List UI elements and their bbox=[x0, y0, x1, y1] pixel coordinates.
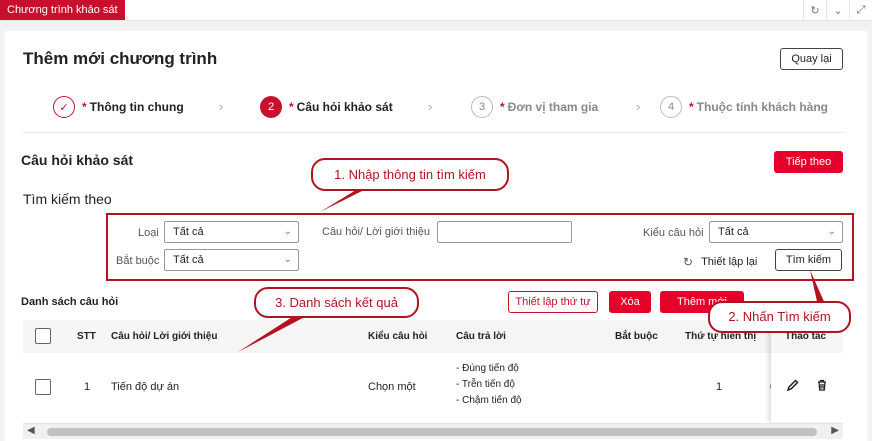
search-panel: Loại Tất cả ⌄ Câu hỏi/ Lời giới thiệu Ki… bbox=[106, 213, 854, 281]
step-participating-units[interactable]: 3 * Đơn vị tham gia bbox=[471, 95, 598, 119]
header-stt: STT bbox=[77, 331, 96, 342]
search-title: Tìm kiếm theo bbox=[23, 191, 112, 207]
step-general-info[interactable]: ✓ * Thông tin chung bbox=[53, 95, 184, 119]
type-label: Loại bbox=[138, 227, 159, 239]
required-label: Bắt buộc bbox=[116, 255, 160, 267]
list-title: Danh sách câu hỏi bbox=[21, 296, 119, 308]
app-tab[interactable]: Chương trình khảo sát bbox=[0, 0, 125, 20]
step-label: Thuộc tính khách hàng bbox=[696, 100, 829, 114]
step-customer-attributes[interactable]: 4 * Thuộc tính khách hàng bbox=[660, 95, 828, 119]
chevron-down-icon[interactable]: ⌄ bbox=[826, 0, 849, 20]
header-required: Bắt buộc bbox=[615, 331, 658, 342]
step-number: 3 bbox=[471, 96, 493, 118]
delete-button[interactable]: Xóa bbox=[609, 291, 651, 313]
delete-icon[interactable] bbox=[815, 378, 829, 395]
required-marker: * bbox=[289, 100, 294, 114]
top-bar: Chương trình khảo sát ↻ ⌄ ⤢ bbox=[0, 0, 872, 21]
required-marker: * bbox=[689, 100, 694, 114]
required-select-value: Tất cả bbox=[173, 254, 204, 266]
row-stt: 1 bbox=[84, 381, 91, 393]
scroll-left-icon[interactable]: ◀ bbox=[27, 425, 35, 436]
chevron-down-icon: ⌄ bbox=[283, 226, 292, 237]
fullscreen-icon[interactable]: ⤢ bbox=[849, 0, 872, 20]
row-order: 1 bbox=[716, 381, 723, 393]
question-label: Câu hỏi/ Lời giới thiệu bbox=[322, 226, 430, 238]
chevron-down-icon: ⌄ bbox=[283, 254, 292, 265]
section-title: Câu hỏi khảo sát bbox=[21, 152, 134, 168]
scroll-thumb[interactable] bbox=[47, 428, 817, 436]
required-marker: * bbox=[500, 100, 505, 114]
step-label: Đơn vị tham gia bbox=[507, 100, 599, 114]
search-button[interactable]: Tìm kiếm bbox=[775, 249, 842, 271]
actions-column: Thao tác bbox=[771, 320, 843, 422]
scroll-right-icon[interactable]: ▶ bbox=[831, 425, 839, 436]
set-order-button[interactable]: Thiết lập thứ tự bbox=[508, 291, 598, 313]
refresh-icon: ↻ bbox=[683, 255, 694, 269]
kind-select-value: Tất cả bbox=[718, 226, 749, 238]
step-survey-questions[interactable]: 2 * Câu hỏi khảo sát bbox=[260, 95, 393, 119]
row-kind: Chọn một bbox=[368, 381, 416, 393]
required-select[interactable]: Tất cả ⌄ bbox=[164, 249, 299, 271]
required-marker: * bbox=[82, 100, 87, 114]
row-answer: - Đúng tiến độ bbox=[456, 363, 519, 374]
check-icon: ✓ bbox=[53, 96, 75, 118]
select-all-checkbox[interactable] bbox=[35, 328, 51, 344]
chevron-right-icon: › bbox=[428, 99, 433, 114]
question-input[interactable] bbox=[437, 221, 572, 243]
type-select-value: Tất cả bbox=[173, 226, 204, 238]
kind-select[interactable]: Tất cả ⌄ bbox=[709, 221, 843, 243]
reset-label: Thiết lập lại bbox=[701, 256, 758, 268]
kind-label: Kiểu câu hỏi bbox=[643, 227, 704, 239]
horizontal-scrollbar[interactable]: ◀ ▶ bbox=[23, 423, 843, 439]
callout-result-list: 3. Danh sách kết quả bbox=[254, 287, 419, 318]
reset-button[interactable]: ↻ Thiết lập lại bbox=[683, 255, 757, 269]
chevron-right-icon: › bbox=[219, 99, 224, 114]
step-label: Câu hỏi khảo sát bbox=[296, 100, 393, 114]
chevron-down-icon: ⌄ bbox=[827, 226, 836, 237]
chevron-right-icon: › bbox=[636, 99, 641, 114]
step-number: 4 bbox=[660, 96, 682, 118]
step-label: Thông tin chung bbox=[89, 100, 184, 114]
edit-icon[interactable] bbox=[786, 378, 800, 395]
callout-click-search: 2. Nhấn Tìm kiếm bbox=[708, 301, 851, 333]
callout-search-info: 1. Nhập thông tin tìm kiếm bbox=[311, 158, 509, 191]
back-button[interactable]: Quay lại bbox=[780, 48, 843, 70]
next-button[interactable]: Tiếp theo bbox=[774, 151, 843, 173]
step-number: 2 bbox=[260, 96, 282, 118]
type-select[interactable]: Tất cả ⌄ bbox=[164, 221, 299, 243]
header-kind: Kiểu câu hỏi bbox=[368, 331, 428, 342]
header-question: Câu hỏi/ Lời giới thiệu bbox=[111, 331, 218, 342]
page-title: Thêm mới chương trình bbox=[23, 49, 218, 68]
refresh-icon[interactable]: ↻ bbox=[803, 0, 826, 20]
divider bbox=[23, 132, 843, 133]
row-checkbox[interactable] bbox=[35, 379, 51, 395]
main-card: Thêm mới chương trình Quay lại ✓ * Thông… bbox=[5, 31, 867, 441]
row-answer: - Chậm tiến độ bbox=[456, 395, 522, 406]
row-question: Tiến độ dự án bbox=[111, 381, 180, 393]
header-answers: Câu trả lời bbox=[456, 331, 506, 342]
topbar-icons: ↻ ⌄ ⤢ bbox=[803, 0, 872, 20]
row-answer: - Trễn tiến độ bbox=[456, 379, 515, 390]
